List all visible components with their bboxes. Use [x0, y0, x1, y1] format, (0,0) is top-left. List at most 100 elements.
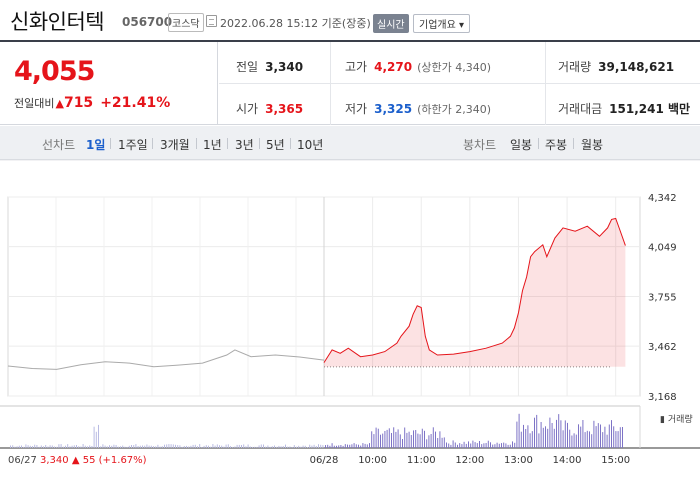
- volume-bar: [569, 429, 571, 448]
- volume-bar: [56, 446, 58, 448]
- volume-bar: [263, 444, 264, 448]
- divider: [290, 138, 291, 149]
- volume-bar: [490, 442, 491, 448]
- tab-daily-candle[interactable]: 일봉: [510, 136, 532, 153]
- prev-close: 전일 3,340: [236, 58, 303, 75]
- tab-monthly-candle[interactable]: 월봉: [581, 136, 603, 153]
- volume-bar: [267, 445, 269, 448]
- tab-1y[interactable]: 1년: [203, 136, 222, 153]
- tab-3m[interactable]: 3개월: [160, 136, 190, 153]
- volume-bar: [410, 435, 412, 448]
- volume-bar: [322, 445, 324, 448]
- volume-bar: [115, 445, 117, 448]
- volume-bar: [34, 444, 36, 448]
- volume-bar: [380, 434, 381, 448]
- volume-bar: [498, 443, 500, 448]
- volume-bar: [600, 424, 601, 448]
- volume-bar: [622, 427, 623, 448]
- volume-bar: [214, 445, 216, 448]
- tab-1w[interactable]: 1주일: [118, 136, 148, 153]
- volume-bar: [236, 444, 238, 448]
- volume-bar: [188, 446, 190, 448]
- volume-bar: [172, 444, 174, 448]
- volume-bar: [349, 444, 351, 448]
- volume-bar: [170, 444, 172, 448]
- volume-bar: [241, 445, 242, 448]
- volume-bar: [454, 442, 456, 448]
- volume-bar: [153, 446, 154, 448]
- volume-bar: [604, 426, 606, 448]
- volume-bar: [62, 446, 64, 448]
- volume-bar: [38, 446, 40, 448]
- timestamp: 2022.06.28 15:12 기준(장중): [220, 17, 371, 30]
- volume-bar: [597, 423, 599, 448]
- volume-bar: [186, 445, 187, 448]
- volume-bar: [353, 443, 355, 448]
- realtime-button[interactable]: 실시간: [373, 14, 409, 33]
- tab-5y[interactable]: 5년: [266, 136, 285, 153]
- volume-bar: [23, 446, 25, 448]
- volume-bar: [582, 420, 584, 448]
- price-chart[interactable]: 4,342 4,049 3,755 3,462 3,168 06/28 10:00 11:00…: [0, 160, 700, 481]
- volume-bar: [197, 446, 198, 448]
- volume-bar: [126, 446, 128, 448]
- volume-bar: [225, 444, 227, 448]
- price-chart-svg[interactable]: 4,342 4,049 3,755 3,462 3,168 06/28 10:00 11:00…: [0, 160, 700, 481]
- volume-bar: [512, 441, 513, 448]
- volume-value: 39,148,621: [598, 60, 675, 74]
- volume-bar: [551, 423, 553, 448]
- divider: [110, 138, 111, 149]
- volume-bar: [580, 426, 582, 448]
- volume-bar: [131, 445, 132, 448]
- volume-bar: [256, 446, 258, 448]
- volume-bar: [325, 445, 326, 448]
- volume-bar: [443, 437, 445, 448]
- low-value: 3,325: [374, 102, 413, 116]
- volume-bar: [16, 446, 18, 448]
- document-icon: [206, 15, 217, 27]
- prev-close-value: 3,340: [265, 60, 304, 74]
- diff-label: 전일대비: [14, 97, 55, 110]
- y-tick-label: 3,462: [648, 342, 677, 353]
- volume-bar: [293, 445, 295, 448]
- trade-volume: 거래량 39,148,621: [558, 58, 674, 75]
- volume-bar: [465, 443, 467, 448]
- volume-bar: [265, 446, 267, 448]
- y-tick-label: 4,342: [648, 193, 677, 204]
- volume-bar: [329, 445, 331, 448]
- volume-bar: [238, 444, 240, 448]
- volume-bar: [457, 444, 458, 448]
- volume-bar: [98, 424, 99, 448]
- volume-bar: [611, 420, 612, 448]
- volume-bar: [10, 445, 11, 448]
- volume-bar: [549, 417, 551, 448]
- volume-bar: [388, 428, 390, 448]
- volume-bar: [538, 433, 540, 448]
- tab-1d[interactable]: 1일: [86, 136, 105, 153]
- volume-bar: [181, 446, 183, 448]
- volume-bar: [393, 427, 395, 448]
- tab-3y[interactable]: 3년: [235, 136, 254, 153]
- open-value: 3,365: [265, 102, 304, 116]
- low-label: 저가: [345, 102, 368, 116]
- volume-bar: [430, 434, 432, 448]
- tab-weekly-candle[interactable]: 주봉: [545, 136, 567, 153]
- divider: [538, 138, 539, 149]
- volume-bar: [192, 444, 194, 448]
- tab-10y[interactable]: 10년: [297, 136, 323, 153]
- volume-bar: [562, 430, 564, 448]
- volume-bar: [593, 420, 595, 448]
- volume-bar: [358, 444, 359, 448]
- volume-bar: [355, 444, 357, 448]
- volume-bar: [516, 421, 518, 448]
- volume-bar: [43, 446, 44, 448]
- volume-bar: [553, 428, 555, 448]
- divider: [227, 138, 228, 149]
- company-info-dropdown[interactable]: 기업개요 ▾: [413, 14, 470, 33]
- volume-bar: [386, 429, 388, 448]
- volume-bar: [483, 443, 485, 448]
- volume-bar: [260, 444, 262, 448]
- upper-limit: (상한가 4,340): [417, 61, 491, 74]
- volume-bar: [435, 431, 436, 448]
- volume-bar: [542, 427, 544, 448]
